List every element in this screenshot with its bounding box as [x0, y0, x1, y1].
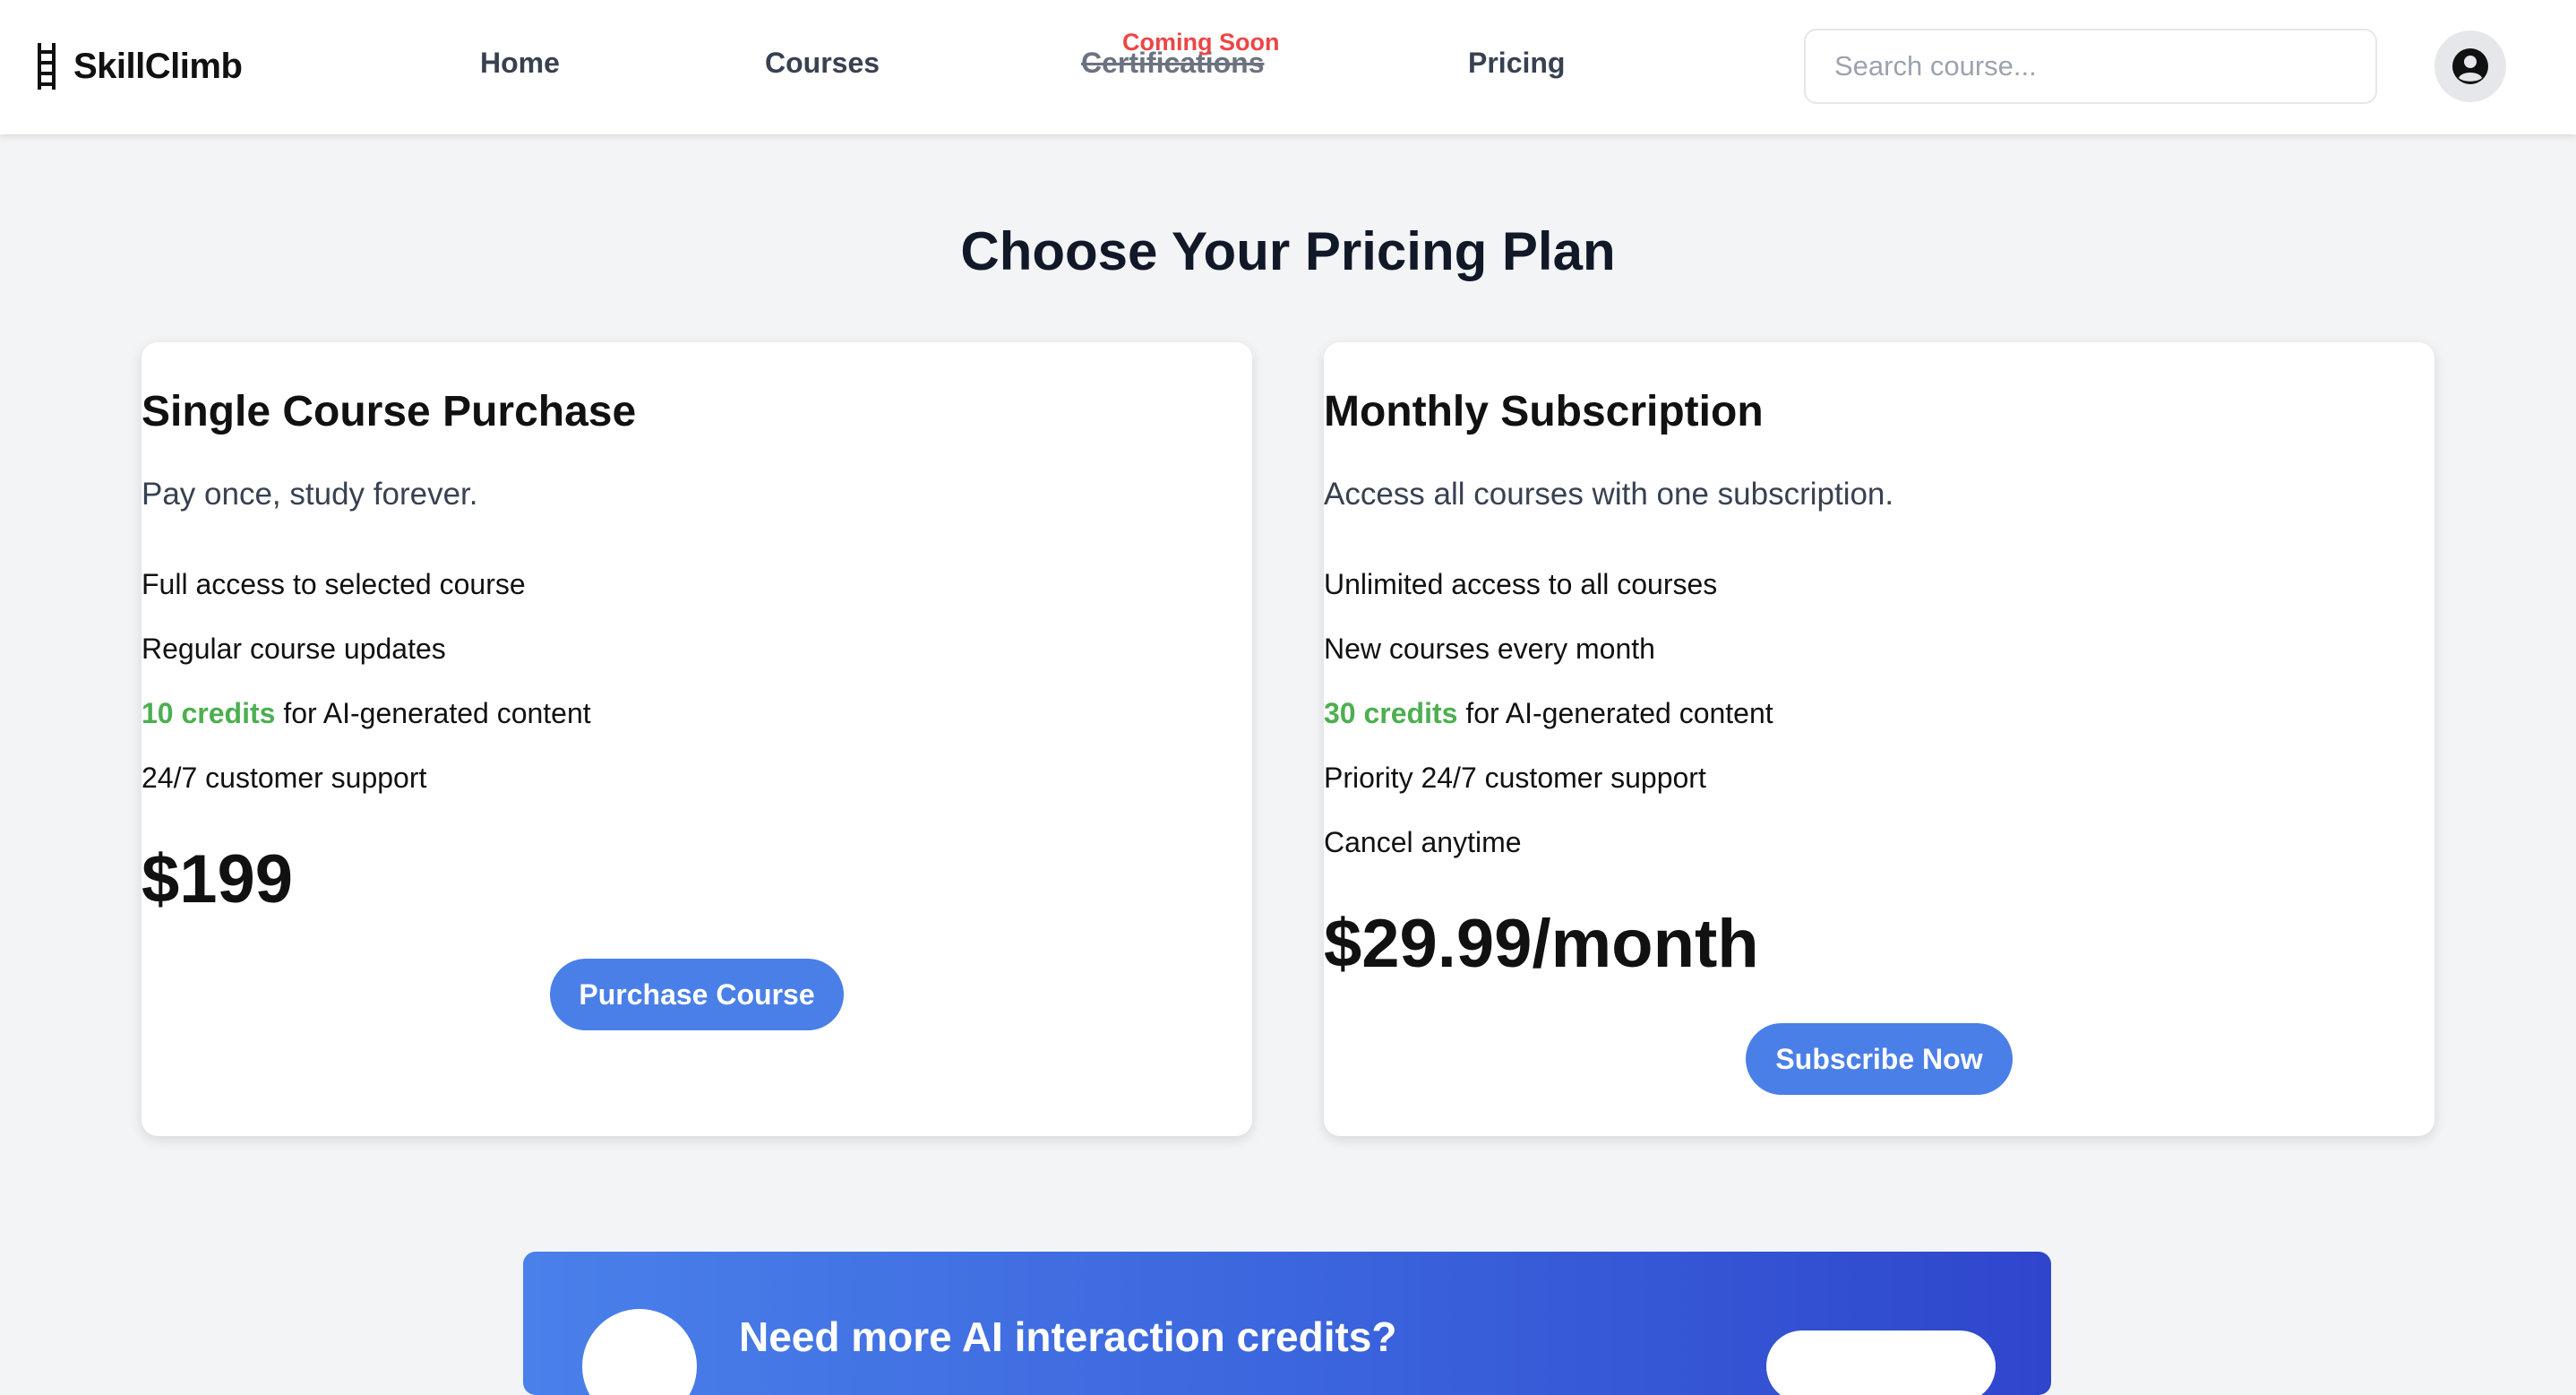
plan-feature: New courses every month	[1324, 633, 1655, 665]
pricing-card-monthly-subscription: Monthly Subscription Access all courses …	[1324, 342, 2434, 1136]
page-title: Choose Your Pricing Plan	[960, 221, 1616, 281]
nav-courses-link[interactable]: Courses	[765, 47, 880, 80]
ladder-icon	[38, 43, 56, 90]
plan-subtitle: Access all courses with one subscription…	[1324, 477, 1894, 512]
plan-title: Single Course Purchase	[142, 388, 637, 435]
brand-name: SkillClimb	[73, 46, 243, 86]
credits-amount: 10 credits	[142, 697, 276, 729]
top-navbar: SkillClimb Home Courses Certifications C…	[0, 0, 2576, 134]
plan-feature-credits: 30 credits for AI-generated content	[1324, 697, 2434, 730]
banner-button[interactable]	[1766, 1330, 1996, 1395]
plan-price: $199	[142, 841, 294, 917]
user-circle-icon	[2452, 48, 2488, 84]
credits-label: for AI-generated content	[1465, 697, 1773, 729]
credits-label: for AI-generated content	[283, 697, 591, 729]
plan-feature: Regular course updates	[142, 633, 446, 665]
nav-home-link[interactable]: Home	[480, 47, 560, 80]
search-input[interactable]	[1804, 29, 2377, 104]
plan-title: Monthly Subscription	[1324, 388, 1764, 435]
credits-banner: Need more AI interaction credits?	[523, 1252, 2051, 1395]
subscribe-now-button[interactable]: Subscribe Now	[1746, 1023, 2013, 1095]
banner-icon	[582, 1309, 697, 1395]
plan-feature: 24/7 customer support	[142, 762, 427, 794]
brand-logo[interactable]: SkillClimb	[36, 39, 243, 93]
coming-soon-badge: Coming Soon	[1122, 29, 1280, 56]
plan-feature: Priority 24/7 customer support	[1324, 762, 1706, 794]
plan-feature: Unlimited access to all courses	[1324, 568, 1718, 600]
purchase-course-button[interactable]: Purchase Course	[550, 959, 844, 1030]
plan-feature: Full access to selected course	[142, 568, 526, 600]
plan-feature-credits: 10 credits for AI-generated content	[142, 697, 1252, 730]
nav-pricing-link[interactable]: Pricing	[1468, 47, 1565, 80]
plan-price: $29.99/month	[1324, 906, 1759, 982]
credits-amount: 30 credits	[1324, 697, 1458, 729]
user-menu-button[interactable]	[2434, 30, 2506, 102]
plan-feature: Cancel anytime	[1324, 826, 1522, 858]
plan-subtitle: Pay once, study forever.	[142, 477, 478, 512]
pricing-card-single-course: Single Course Purchase Pay once, study f…	[142, 342, 1252, 1136]
banner-title: Need more AI interaction credits?	[739, 1313, 1397, 1360]
